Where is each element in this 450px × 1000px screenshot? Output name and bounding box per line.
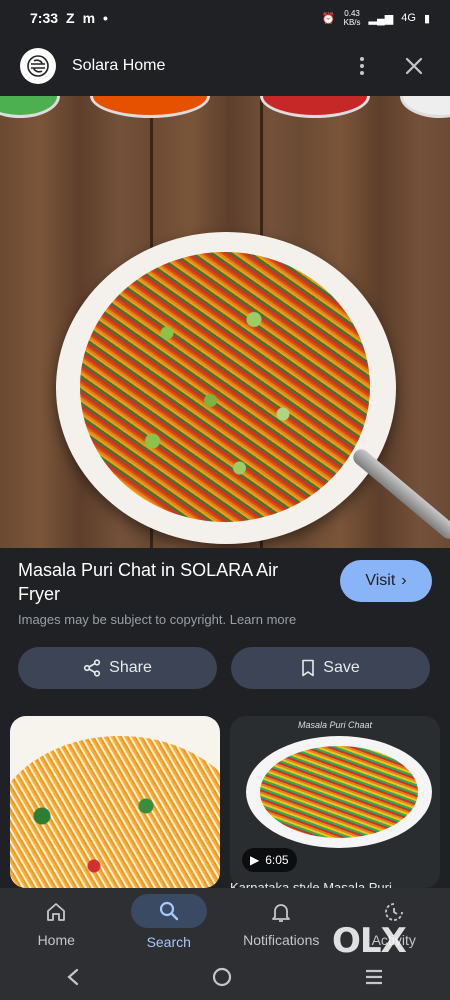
network-speed: 0.43 KB/s — [344, 9, 361, 27]
network-type: 4G — [401, 12, 416, 24]
share-icon — [84, 659, 101, 677]
related-result-thumbnail[interactable] — [10, 716, 220, 888]
app-header: Solara Home — [0, 36, 450, 96]
status-left: 7:33 Z m • — [30, 10, 108, 26]
nav-search-label: Search — [146, 934, 191, 950]
masala-puri-thumbnail-image — [10, 736, 220, 888]
header-title: Solara Home — [72, 57, 166, 74]
video-duration: 6:05 — [265, 853, 289, 867]
recents-icon[interactable] — [364, 968, 384, 991]
related-video-thumbnail[interactable]: Masala Puri Chaat ▶ 6:05 — [230, 716, 440, 888]
back-icon[interactable] — [66, 968, 80, 991]
more-options-icon[interactable] — [346, 50, 378, 82]
bowl-image — [260, 96, 370, 118]
status-time: 7:33 — [30, 10, 59, 26]
spoon-image — [350, 446, 450, 542]
battery-icon: ▮ — [423, 12, 430, 25]
network-speed-value: 0.43 — [344, 9, 360, 18]
bookmark-icon — [302, 659, 315, 677]
status-bar: 7:33 Z m • ⏰ 0.43 KB/s ▂▄▆ 4G ▮ — [0, 0, 450, 36]
share-button[interactable]: Share — [18, 647, 217, 689]
status-icon-dot: • — [103, 10, 108, 26]
search-icon — [159, 901, 178, 921]
save-label: Save — [323, 659, 360, 676]
solara-logo-icon — [20, 48, 56, 84]
bowl-image — [400, 96, 450, 118]
home-button-icon[interactable] — [211, 966, 233, 993]
status-icon-m: m — [82, 10, 96, 26]
thumbnail-overlay-title: Masala Puri Chaat — [297, 720, 373, 730]
masala-puri-thumbnail-image — [260, 746, 418, 838]
nav-search[interactable]: Search — [113, 888, 226, 958]
share-label: Share — [109, 659, 152, 676]
olx-watermark-logo: OLX — [330, 920, 420, 961]
result-image[interactable] — [0, 96, 450, 548]
save-button[interactable]: Save — [231, 647, 430, 689]
copyright-notice[interactable]: Images may be subject to copyright. Lear… — [18, 612, 296, 627]
home-icon — [47, 903, 66, 921]
svg-text:OLX: OLX — [332, 921, 407, 960]
masala-puri-image — [80, 252, 370, 522]
nav-home[interactable]: Home — [0, 888, 113, 958]
nav-notifications-label: Notifications — [243, 932, 320, 948]
system-nav-bar — [0, 958, 450, 1000]
signal-icon: ▂▄▆ — [368, 12, 394, 25]
play-icon: ▶ — [250, 853, 260, 867]
status-icon-z: Z — [66, 10, 75, 26]
visit-button[interactable]: Visit › — [340, 560, 432, 602]
bell-icon — [272, 904, 291, 922]
visit-label: Visit — [365, 572, 396, 589]
bowl-image — [0, 96, 60, 118]
network-speed-unit: KB/s — [343, 18, 361, 27]
nav-notifications[interactable]: Notifications — [225, 888, 338, 958]
alarm-icon: ⏰ — [321, 12, 336, 25]
result-title[interactable]: Masala Puri Chat in SOLARA Air Fryer — [18, 558, 318, 606]
close-icon[interactable] — [398, 50, 430, 82]
video-duration-badge: ▶ 6:05 — [242, 848, 297, 872]
chevron-right-icon: › — [401, 572, 407, 589]
bowl-image — [90, 96, 210, 118]
status-right: ⏰ 0.43 KB/s ▂▄▆ 4G ▮ — [322, 9, 430, 27]
nav-home-label: Home — [37, 932, 75, 948]
